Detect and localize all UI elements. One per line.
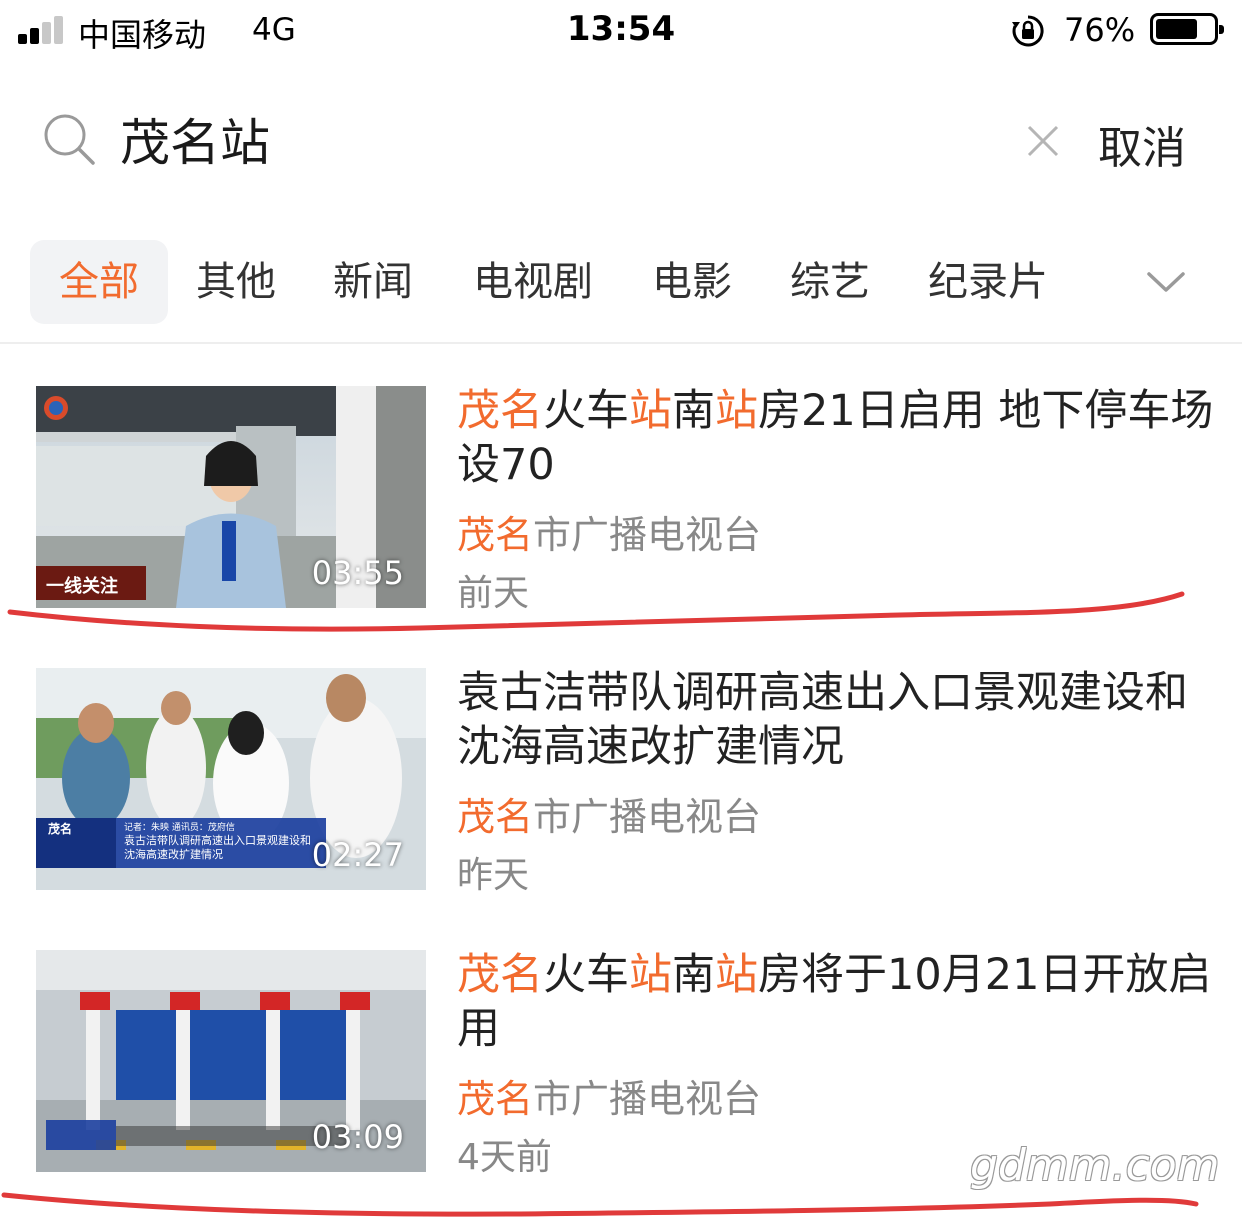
source-segment: 茂名 bbox=[457, 1077, 534, 1121]
status-time: 13:54 bbox=[566, 9, 676, 49]
title-segment: 南 bbox=[672, 950, 715, 1000]
tab-documentary[interactable]: 纪录片 bbox=[928, 240, 1048, 324]
search-input[interactable] bbox=[120, 104, 1000, 174]
thumbnail-channel: 茂名 bbox=[48, 822, 73, 836]
source-segment: 茂名 bbox=[457, 513, 534, 557]
title-segment: 南 bbox=[672, 386, 715, 436]
battery-fill bbox=[1156, 19, 1197, 39]
title-segment: 站 bbox=[715, 386, 758, 436]
battery-icon bbox=[1150, 13, 1224, 45]
chevron-down-icon[interactable] bbox=[1145, 268, 1187, 296]
tab-all[interactable]: 全部 bbox=[30, 240, 168, 324]
title-segment: 袁古洁带队调研高速出入口景观建设和沈海高速改扩建情况 bbox=[457, 668, 1188, 772]
video-duration: 02:27 bbox=[311, 836, 404, 874]
tab-other[interactable]: 其他 bbox=[196, 240, 276, 324]
tab-news[interactable]: 新闻 bbox=[333, 240, 413, 324]
cancel-button[interactable]: 取消 bbox=[1098, 112, 1186, 176]
source-segment: 市广播电视台 bbox=[533, 513, 762, 557]
title-segment: 站 bbox=[629, 950, 672, 1000]
result-item[interactable]: 一线关注 03:55 茂名火车站南站房21日启用 地下停车场设70 茂名市广播电… bbox=[0, 386, 1242, 616]
tab-variety[interactable]: 综艺 bbox=[790, 240, 870, 324]
video-duration: 03:09 bbox=[311, 1118, 404, 1156]
result-date: 昨天 bbox=[457, 855, 530, 896]
category-tabs: 全部 其他 新闻 电视剧 电影 综艺 纪录片 bbox=[0, 240, 1242, 324]
title-segment: 火车 bbox=[543, 950, 629, 1000]
result-date: 4天前 bbox=[457, 1137, 552, 1178]
video-thumbnail[interactable]: 一线关注 03:55 bbox=[36, 386, 426, 608]
source-segment: 市广播电视台 bbox=[533, 795, 762, 839]
watermark: gdmm.com bbox=[970, 1140, 1220, 1191]
result-source: 茂名市广播电视台 bbox=[457, 1068, 761, 1123]
result-item[interactable]: 茂名 记者：朱映 通讯员：茂府信 袁古洁带队调研高速出入口景观建设和沈海高速改扩… bbox=[0, 668, 1242, 898]
result-title[interactable]: 茂名火车站南站房将于10月21日开放启用 bbox=[457, 948, 1217, 1056]
status-bar: 中国移动 4G 13:54 76% bbox=[0, 0, 1242, 62]
result-date: 前天 bbox=[457, 573, 530, 614]
clear-search-icon[interactable] bbox=[1024, 122, 1062, 160]
result-source: 茂名市广播电视台 bbox=[457, 504, 761, 559]
rotation-lock-icon bbox=[1012, 15, 1044, 47]
video-thumbnail[interactable]: 03:09 bbox=[36, 950, 426, 1172]
tab-movies[interactable]: 电影 bbox=[652, 240, 732, 324]
tabs-divider bbox=[0, 342, 1242, 344]
title-segment: 站 bbox=[629, 386, 672, 436]
source-segment: 市广播电视台 bbox=[533, 1077, 762, 1121]
title-segment: 站 bbox=[715, 950, 758, 1000]
search-icon bbox=[44, 114, 95, 165]
video-duration: 03:55 bbox=[311, 554, 404, 592]
battery-percent: 76% bbox=[1064, 11, 1136, 49]
thumbnail-caption: 袁古洁带队调研高速出入口景观建设和沈海高速改扩建情况 bbox=[124, 834, 311, 861]
result-title[interactable]: 袁古洁带队调研高速出入口景观建设和沈海高速改扩建情况 bbox=[457, 666, 1217, 774]
title-segment: 火车 bbox=[543, 386, 629, 436]
title-segment: 茂名 bbox=[457, 386, 543, 436]
thumbnail-banner: 一线关注 bbox=[46, 576, 118, 597]
result-source: 茂名市广播电视台 bbox=[457, 786, 761, 841]
video-thumbnail[interactable]: 茂名 记者：朱映 通讯员：茂府信 袁古洁带队调研高速出入口景观建设和沈海高速改扩… bbox=[36, 668, 426, 890]
source-segment: 茂名 bbox=[457, 795, 534, 839]
title-segment: 茂名 bbox=[457, 950, 543, 1000]
result-title[interactable]: 茂名火车站南站房21日启用 地下停车场设70 bbox=[457, 384, 1217, 492]
tab-tv-series[interactable]: 电视剧 bbox=[473, 240, 593, 324]
thumbnail-reporter: 记者：朱映 通讯员：茂府信 bbox=[124, 823, 235, 833]
